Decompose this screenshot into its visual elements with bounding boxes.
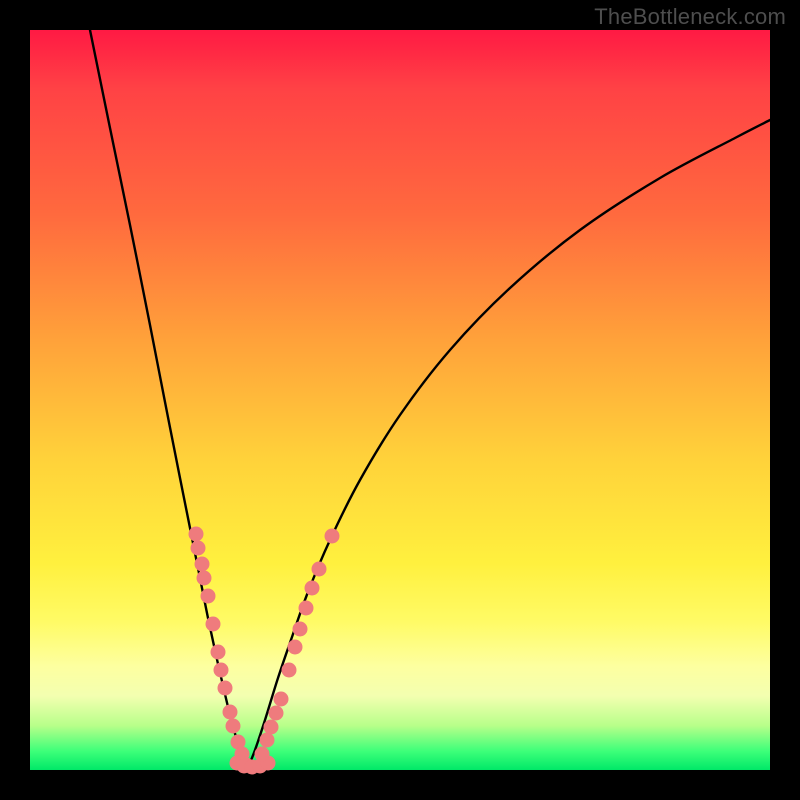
data-point [206,617,221,632]
data-point [197,571,212,586]
data-point [255,747,270,762]
data-point [312,562,327,577]
data-point [305,581,320,596]
data-point [299,601,314,616]
data-point [211,645,226,660]
data-point [195,557,210,572]
data-point [218,681,233,696]
data-point [293,622,308,637]
data-point [282,663,297,678]
data-point [214,663,229,678]
data-point [325,529,340,544]
chart-frame: TheBottleneck.com [0,0,800,800]
data-point [191,541,206,556]
curve-layer [30,30,770,770]
data-point [269,706,284,721]
data-point [201,589,216,604]
plot-area [30,30,770,770]
data-point [260,733,275,748]
data-point [264,720,279,735]
data-point [288,640,303,655]
watermark-text: TheBottleneck.com [594,4,786,30]
data-point [189,527,204,542]
curve-right-branch [247,120,770,770]
data-point [223,705,238,720]
data-point-dots [189,527,340,775]
data-point [274,692,289,707]
curve-left-branch [90,30,247,770]
data-point [226,719,241,734]
